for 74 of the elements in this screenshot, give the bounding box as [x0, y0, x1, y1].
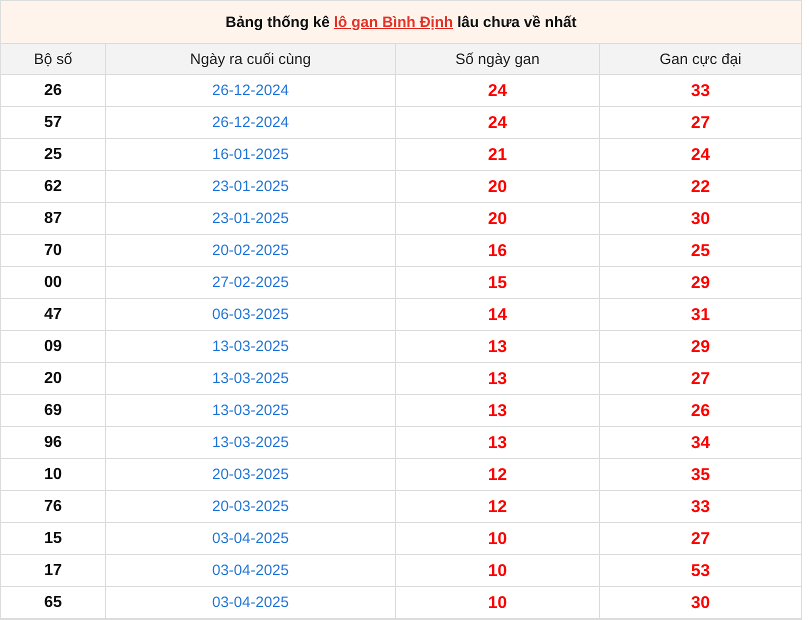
date-cell: 20-02-2025 [212, 242, 289, 259]
number-cell: 96 [44, 434, 62, 452]
column-header: Gan cực đại [600, 44, 801, 75]
date-cell: 03-04-2025 [212, 530, 289, 547]
max-days-cell: 33 [691, 496, 710, 516]
date-cell: 20-03-2025 [212, 466, 289, 483]
max-days-cell: 31 [691, 304, 710, 324]
number-cell: 62 [44, 178, 62, 196]
column-header: Bộ số [1, 44, 106, 75]
number-cell: 17 [44, 562, 62, 580]
days-cell: 13 [488, 336, 507, 356]
date-cell: 23-01-2025 [212, 178, 289, 195]
title-link[interactable]: lô gan Bình Định [334, 14, 454, 30]
days-cell: 21 [488, 144, 507, 164]
date-cell: 23-01-2025 [212, 210, 289, 227]
number-cell: 57 [44, 114, 62, 132]
max-days-cell: 27 [691, 368, 710, 388]
column-header: Ngày ra cuối cùng [106, 44, 396, 75]
date-cell: 26-12-2024 [212, 114, 289, 131]
days-cell: 12 [488, 496, 507, 516]
max-days-cell: 25 [691, 240, 710, 260]
date-cell: 13-03-2025 [212, 338, 289, 355]
max-days-cell: 33 [691, 80, 710, 100]
days-cell: 14 [488, 304, 507, 324]
date-cell: 16-01-2025 [212, 146, 289, 163]
days-cell: 16 [488, 240, 507, 260]
number-cell: 76 [44, 498, 62, 516]
number-cell: 70 [44, 242, 62, 260]
date-cell: 06-03-2025 [212, 306, 289, 323]
max-days-cell: 30 [691, 592, 710, 612]
number-cell: 87 [44, 210, 62, 228]
date-cell: 27-02-2025 [212, 274, 289, 291]
max-days-cell: 22 [691, 176, 710, 196]
max-days-cell: 29 [691, 336, 710, 356]
days-cell: 20 [488, 208, 507, 228]
number-cell: 15 [44, 530, 62, 548]
days-cell: 10 [488, 560, 507, 580]
date-cell: 26-12-2024 [212, 82, 289, 99]
date-cell: 13-03-2025 [212, 402, 289, 419]
max-days-cell: 27 [691, 528, 710, 548]
date-cell: 03-04-2025 [212, 594, 289, 611]
column-header: Số ngày gan [396, 44, 600, 75]
days-cell: 13 [488, 400, 507, 420]
number-cell: 00 [44, 274, 62, 292]
days-cell: 24 [488, 112, 507, 132]
days-cell: 15 [488, 272, 507, 292]
days-cell: 10 [488, 592, 507, 612]
max-days-cell: 34 [691, 432, 710, 452]
max-days-cell: 30 [691, 208, 710, 228]
number-cell: 69 [44, 402, 62, 420]
number-cell: 25 [44, 146, 62, 164]
max-days-cell: 29 [691, 272, 710, 292]
days-cell: 13 [488, 432, 507, 452]
date-cell: 03-04-2025 [212, 562, 289, 579]
days-cell: 13 [488, 368, 507, 388]
number-cell: 47 [44, 306, 62, 324]
number-cell: 10 [44, 466, 62, 484]
number-cell: 20 [44, 370, 62, 388]
max-days-cell: 26 [691, 400, 710, 420]
max-days-cell: 53 [691, 560, 710, 580]
date-cell: 20-03-2025 [212, 498, 289, 515]
date-cell: 13-03-2025 [212, 370, 289, 387]
date-cell: 13-03-2025 [212, 434, 289, 451]
max-days-cell: 35 [691, 464, 710, 484]
table-title: Bảng thống kê lô gan Bình Định lâu chưa về nhất [226, 14, 576, 30]
days-cell: 10 [488, 528, 507, 548]
max-days-cell: 24 [691, 144, 710, 164]
max-days-cell: 27 [691, 112, 710, 132]
days-cell: 20 [488, 176, 507, 196]
days-cell: 12 [488, 464, 507, 484]
days-cell: 24 [488, 80, 507, 100]
number-cell: 26 [44, 82, 62, 100]
number-cell: 09 [44, 338, 62, 356]
number-cell: 65 [44, 594, 62, 612]
